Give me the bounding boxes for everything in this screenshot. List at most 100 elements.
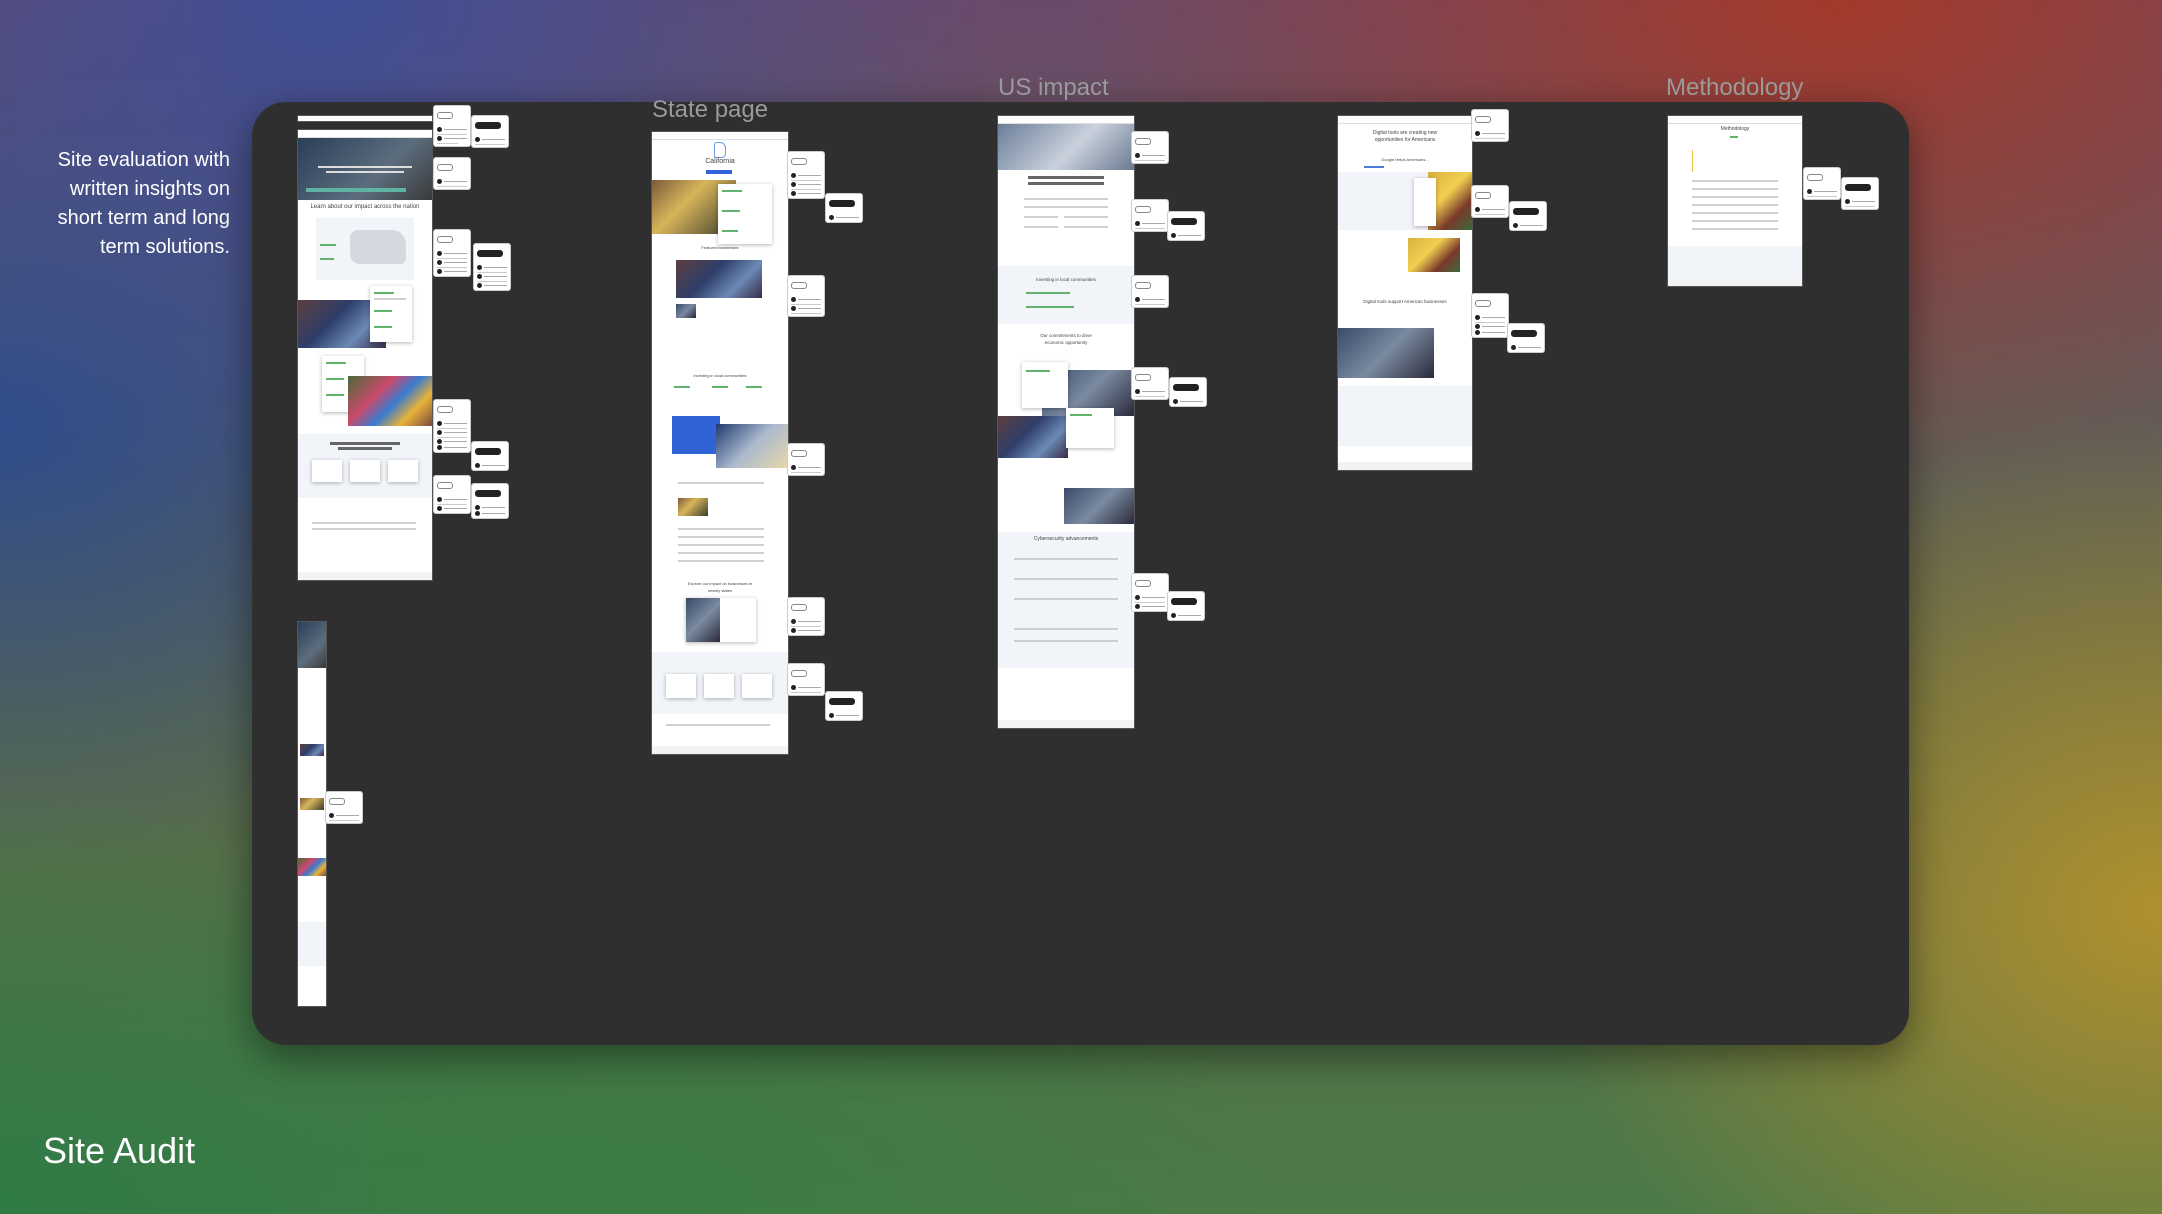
page-digital-tools[interactable]: Digital tools are creating new opportuni… xyxy=(1338,116,1472,470)
avatar xyxy=(437,136,442,141)
avatar xyxy=(437,445,442,450)
avatar xyxy=(791,173,796,178)
comment-card[interactable] xyxy=(434,158,470,189)
avatar xyxy=(475,463,480,468)
comment-card[interactable] xyxy=(1472,294,1508,337)
comment-card[interactable] xyxy=(1132,132,1168,163)
avatar xyxy=(791,685,796,690)
avatar xyxy=(1475,324,1480,329)
us-map xyxy=(316,218,414,280)
photo xyxy=(676,260,762,298)
avatar xyxy=(791,191,796,196)
photo xyxy=(1064,488,1134,524)
comment-card[interactable] xyxy=(1170,378,1206,406)
comment-card[interactable] xyxy=(1842,178,1878,209)
page-overview[interactable]: Learn about our impact across the nation xyxy=(298,130,432,580)
comment-card[interactable] xyxy=(1472,110,1508,141)
avatar xyxy=(437,260,442,265)
avatar xyxy=(437,439,442,444)
cta-button[interactable] xyxy=(706,170,732,174)
hero-image xyxy=(998,124,1134,170)
avatar xyxy=(1135,389,1140,394)
comment-card[interactable] xyxy=(434,106,470,146)
comment-card[interactable] xyxy=(1508,324,1544,352)
avatar xyxy=(475,505,480,510)
avatar xyxy=(437,430,442,435)
comment-card[interactable] xyxy=(788,276,824,316)
section-label-us-impact: US impact xyxy=(998,74,1109,101)
page-heading: Learn about our impact across the nation xyxy=(310,204,420,210)
avatar xyxy=(329,813,334,818)
hero-image xyxy=(298,138,432,200)
comment-card[interactable] xyxy=(434,476,470,513)
avatar xyxy=(791,628,796,633)
avatar xyxy=(829,713,834,718)
comment-card[interactable] xyxy=(1510,202,1546,230)
avatar xyxy=(791,297,796,302)
comment-card[interactable] xyxy=(1168,212,1204,240)
avatar xyxy=(475,511,480,516)
comment-card[interactable] xyxy=(788,444,824,475)
avatar xyxy=(477,283,482,288)
avatar xyxy=(1171,233,1176,238)
page-overview-mobile[interactable] xyxy=(298,622,326,1006)
comment-card[interactable] xyxy=(1132,200,1168,231)
comment-card[interactable] xyxy=(472,484,508,518)
page-methodology[interactable]: Methodology xyxy=(1668,116,1802,286)
section-label-state-page: State page xyxy=(652,96,769,123)
avatar xyxy=(1475,207,1480,212)
avatar xyxy=(1171,613,1176,618)
comment-card[interactable] xyxy=(1132,368,1168,399)
avatar xyxy=(477,274,482,279)
comment-card[interactable] xyxy=(1472,186,1508,217)
avatar xyxy=(1173,399,1178,404)
avatar xyxy=(437,506,442,511)
slide-title: Site Audit xyxy=(43,1130,196,1171)
comment-card[interactable] xyxy=(826,194,862,222)
photo xyxy=(676,304,696,318)
comment-card[interactable] xyxy=(472,116,508,147)
photo xyxy=(348,376,432,426)
avatar xyxy=(1511,345,1516,350)
avatar xyxy=(1135,221,1140,226)
page-nav-strip[interactable] xyxy=(298,116,432,121)
photo xyxy=(1338,328,1434,378)
comment-card[interactable] xyxy=(826,692,862,720)
photo xyxy=(1408,238,1460,272)
comment-card[interactable] xyxy=(1132,574,1168,611)
page-us-impact[interactable]: Investing in local communities Our commi… xyxy=(998,116,1134,728)
comment-card[interactable] xyxy=(788,664,824,695)
avatar xyxy=(437,127,442,132)
avatar xyxy=(1475,315,1480,320)
comment-card[interactable] xyxy=(434,230,470,276)
avatar xyxy=(1475,330,1480,335)
avatar xyxy=(829,215,834,220)
california-outline-icon xyxy=(714,142,726,158)
comment-card[interactable] xyxy=(474,244,510,290)
avatar xyxy=(1513,223,1518,228)
avatar xyxy=(437,179,442,184)
comment-card[interactable] xyxy=(788,598,824,635)
avatar xyxy=(1135,604,1140,609)
avatar xyxy=(1807,189,1812,194)
avatar xyxy=(477,265,482,270)
comment-card[interactable] xyxy=(1168,592,1204,620)
avatar xyxy=(437,421,442,426)
comment-card[interactable] xyxy=(472,442,508,470)
tag-quick-fix xyxy=(437,112,453,119)
page-state[interactable]: California Featured businesses Investing… xyxy=(652,132,788,754)
comment-card[interactable] xyxy=(1804,168,1840,199)
avatar xyxy=(437,251,442,256)
avatar xyxy=(1845,199,1850,204)
comment-card[interactable] xyxy=(434,400,470,452)
tag-long-term xyxy=(475,122,501,129)
avatar xyxy=(791,182,796,187)
comment-card[interactable] xyxy=(788,152,824,198)
page-heading: California xyxy=(705,158,735,165)
audit-board: State page US impact Methodology Learn a… xyxy=(252,74,1909,1045)
avatar xyxy=(437,497,442,502)
avatar xyxy=(1135,595,1140,600)
comment-card[interactable] xyxy=(1132,276,1168,307)
avatar xyxy=(791,465,796,470)
comment-card[interactable] xyxy=(326,792,362,823)
